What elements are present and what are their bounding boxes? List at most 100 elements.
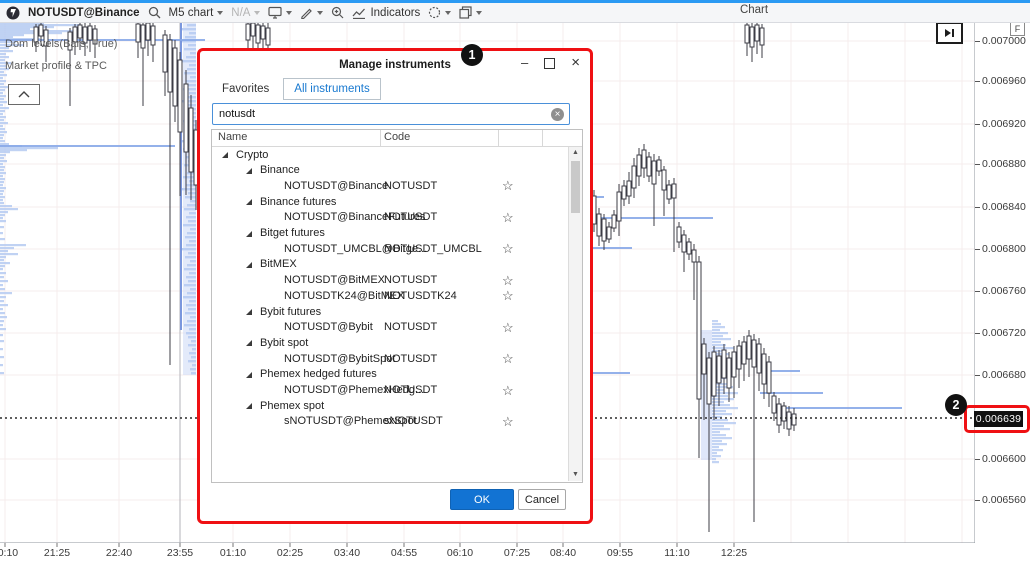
minimize-icon[interactable]: –	[521, 57, 528, 69]
price-tick-mark	[975, 375, 980, 376]
tree-instrument-row[interactable]: sNOTUSDT@PhemexSpotsNOTUSDT☆	[212, 414, 564, 430]
favorite-star-icon[interactable]: ☆	[502, 320, 514, 336]
tree-group-row[interactable]: Phemex hedged futures	[212, 367, 564, 383]
layout-button[interactable]	[459, 6, 482, 19]
instrument-code: NOTUSDT_UMCBL	[384, 243, 482, 255]
maximize-icon[interactable]	[544, 58, 555, 69]
expand-arrow-icon[interactable]	[246, 403, 252, 409]
annotation-badge-1: 1	[461, 44, 483, 66]
close-icon[interactable]: ×	[571, 57, 580, 69]
favorite-star-icon[interactable]: ☆	[502, 383, 514, 399]
symbol-selector[interactable]: NOTUSDT@Binance	[28, 7, 140, 19]
indicators-label: Indicators	[370, 7, 420, 19]
price-tick-mark	[975, 291, 980, 292]
tree-group-row[interactable]: Bybit spot	[212, 335, 564, 351]
tree-instrument-row[interactable]: NOTUSDT@BinanceNOTUSDT☆	[212, 178, 564, 194]
collapse-panel-button[interactable]	[8, 84, 40, 105]
time-tick-label: 06:10	[447, 547, 473, 559]
tree-instrument-row[interactable]: NOTUSDT_UMCBL@Bitge...NOTUSDT_UMCBL☆	[212, 241, 564, 257]
account-selector[interactable]: N/A	[231, 7, 260, 19]
search-icon[interactable]	[148, 6, 161, 19]
favorite-star-icon[interactable]: ☆	[502, 210, 514, 226]
time-tick-label: 20:10	[0, 547, 18, 559]
time-tick-label: 04:55	[391, 547, 417, 559]
time-tick-label: 02:25	[277, 547, 303, 559]
expand-arrow-icon[interactable]	[246, 372, 252, 378]
ok-button[interactable]: OK	[450, 489, 514, 510]
current-price-label: 0.006639	[974, 411, 1023, 427]
dialog-tabs: Favorites All instruments	[212, 78, 381, 100]
price-tick-mark	[975, 164, 980, 165]
time-axis[interactable]: 20:1021:2522:4023:5501:1002:2503:4004:55…	[0, 543, 975, 561]
favorite-star-icon[interactable]: ☆	[502, 414, 514, 430]
expand-arrow-icon[interactable]	[246, 309, 252, 315]
dialog-footer: OK Cancel	[200, 489, 590, 521]
instrument-code: NOTUSDT	[384, 180, 437, 192]
favorite-star-icon[interactable]: ☆	[502, 288, 514, 304]
instrument-code: NOTUSDTK24	[384, 290, 457, 302]
tree-group-row[interactable]: Binance futures	[212, 194, 564, 210]
tree-instrument-row[interactable]: NOTUSDT@PhemexHedg...NOTUSDT☆	[212, 383, 564, 399]
tree-group-row[interactable]: BitMEX	[212, 257, 564, 273]
chart-toolbar: NOTUSDT@Binance M5 chart N/A Indicators	[0, 3, 1030, 23]
chevron-down-icon	[317, 11, 323, 15]
scrollbar[interactable]: ▲ ▼	[568, 147, 582, 481]
time-tick-label: 08:40	[550, 547, 576, 559]
overlay-market-profile-label: Market profile & TPC	[5, 60, 107, 72]
favorite-star-icon[interactable]: ☆	[502, 241, 514, 257]
f-marker-icon[interactable]: F	[1010, 22, 1025, 36]
scroll-up-icon[interactable]: ▲	[569, 147, 582, 159]
column-header-code[interactable]: Code	[384, 131, 410, 143]
clear-search-icon[interactable]: ×	[551, 108, 564, 121]
tree-instrument-row[interactable]: NOTUSDTK24@BitMEXNOTUSDTK24☆	[212, 288, 564, 304]
play-icon	[945, 29, 951, 37]
expand-arrow-icon[interactable]	[246, 340, 252, 346]
instrument-code: NOTUSDT	[384, 321, 437, 333]
expand-arrow-icon[interactable]	[246, 199, 252, 205]
tree-instrument-row[interactable]: NOTUSDT@BitMEXNOTUSDT☆	[212, 273, 564, 289]
expand-arrow-icon[interactable]	[246, 231, 252, 237]
indicators-button[interactable]: Indicators	[352, 7, 420, 19]
instrument-table: Name Code CryptoBinanceNOTUSDT@BinanceNO…	[211, 129, 583, 483]
favorite-star-icon[interactable]: ☆	[502, 273, 514, 289]
scroll-down-icon[interactable]: ▼	[569, 469, 582, 481]
tree-instrument-row[interactable]: NOTUSDT@BinanceFuturesNOTUSDT☆	[212, 210, 564, 226]
templates-button[interactable]	[268, 6, 292, 19]
price-tick-label: 0.006800	[982, 243, 1026, 255]
price-tick-label: 0.006760	[982, 285, 1026, 297]
instrument-code: NOTUSDT	[384, 353, 437, 365]
price-tick-mark	[975, 249, 980, 250]
favorite-star-icon[interactable]: ☆	[502, 351, 514, 367]
instrument-name: NOTUSDT@Bybit	[284, 321, 373, 333]
favorite-star-icon[interactable]: ☆	[502, 178, 514, 194]
scrollbar-thumb[interactable]	[571, 161, 580, 213]
zoom-in-button[interactable]	[331, 6, 344, 19]
tree-group-row[interactable]: Bybit futures	[212, 304, 564, 320]
drawing-tools-button[interactable]	[300, 6, 323, 19]
crosshair-mode-button[interactable]	[428, 6, 451, 19]
price-axis[interactable]: 0.0070000.0069600.0069200.0068800.006840…	[975, 22, 1030, 543]
tree-instrument-row[interactable]: NOTUSDT@BybitSpotNOTUSDT☆	[212, 351, 564, 367]
expand-arrow-icon[interactable]	[246, 262, 252, 268]
instrument-name: NOTUSDT@BitMEX	[284, 274, 385, 286]
tree-group-row[interactable]: Binance	[212, 163, 564, 179]
chevron-down-icon	[286, 11, 292, 15]
expand-arrow-icon[interactable]	[222, 152, 228, 158]
cancel-button[interactable]: Cancel	[518, 489, 566, 510]
tree-group-row[interactable]: Phemex spot	[212, 398, 564, 414]
price-tick-mark	[975, 500, 980, 501]
price-tick-mark	[975, 124, 980, 125]
tree-group-row[interactable]: Bitget futures	[212, 226, 564, 242]
tab-all-instruments[interactable]: All instruments	[283, 78, 380, 100]
expand-arrow-icon[interactable]	[246, 168, 252, 174]
column-header-name[interactable]: Name	[218, 131, 247, 143]
tree-group-row[interactable]: Crypto	[212, 147, 564, 163]
tab-favorites[interactable]: Favorites	[212, 79, 279, 99]
search-input[interactable]	[213, 108, 551, 120]
go-to-realtime-button[interactable]	[936, 22, 963, 44]
price-tick-mark	[975, 459, 980, 460]
instrument-name: Bybit spot	[260, 337, 308, 349]
price-tick-label: 0.006560	[982, 494, 1026, 506]
tree-instrument-row[interactable]: NOTUSDT@Bybit NOTUSDT ☆	[212, 320, 564, 336]
timeframe-selector[interactable]: M5 chart	[169, 7, 224, 19]
